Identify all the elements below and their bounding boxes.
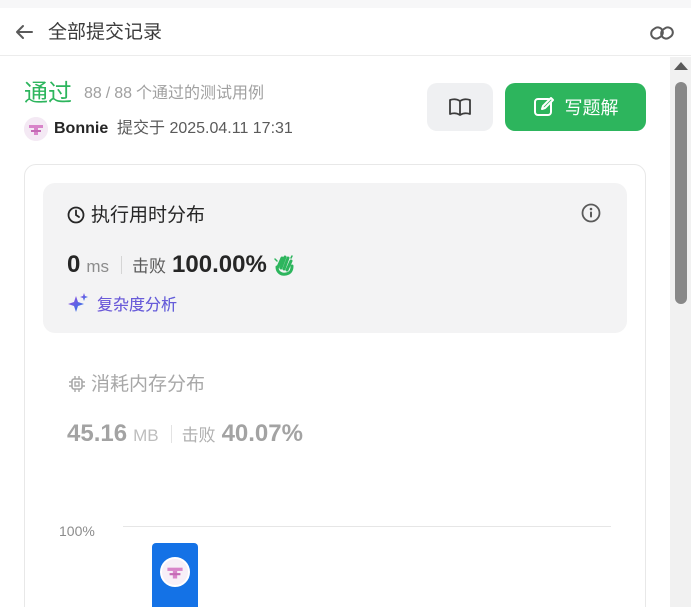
user-name[interactable]: Bonnie: [54, 119, 108, 139]
user-avatar-icon: [162, 559, 188, 585]
solutions-button[interactable]: [427, 83, 493, 131]
distribution-bar[interactable]: [152, 543, 198, 607]
count-separator: /: [105, 85, 111, 102]
chip-icon: [69, 376, 85, 392]
testcase-text: 个通过的测试用例: [136, 85, 265, 102]
clock-icon: [67, 206, 85, 224]
top-strip: [0, 0, 691, 8]
runtime-title: 执行用时分布: [91, 205, 206, 226]
submit-time: 提交于 2025.04.11 17:31: [117, 120, 293, 137]
runtime-unit: ms: [86, 257, 110, 276]
sparkle-icon: [68, 293, 88, 312]
runtime-panel[interactable]: 执行用时分布 0 ms 击败 100.00% 复杂度分析: [43, 183, 627, 333]
y-axis-tick-label: 100%: [59, 523, 95, 539]
write-solution-button[interactable]: 写题解: [505, 83, 646, 131]
scrollbar-thumb[interactable]: [675, 82, 687, 304]
runtime-beats-label: 击败: [132, 257, 167, 276]
submission-detail: 通过 88/88 个通过的测试用例 Bonnie 提交于 2025.04.11 1…: [0, 57, 670, 607]
complexity-analysis-label: 复杂度分析: [97, 291, 177, 315]
runtime-metric: 0 ms 击败 100.00%: [67, 251, 296, 279]
avatar: [160, 557, 190, 587]
status-label: 通过: [24, 80, 72, 107]
header: 全部提交记录: [0, 8, 691, 56]
back-button[interactable]: [12, 20, 36, 44]
user-avatar-icon: [24, 117, 48, 141]
memory-beats-label: 击败: [181, 426, 216, 445]
complexity-analysis-button[interactable]: 复杂度分析: [67, 291, 177, 315]
passed-count: 88: [84, 85, 102, 102]
info-button[interactable]: [581, 203, 601, 223]
runtime-value: 0: [67, 251, 81, 278]
runtime-beats-value: 100.00%: [172, 251, 267, 278]
avatar[interactable]: [24, 117, 48, 141]
total-count: 88: [114, 85, 133, 102]
write-solution-label: 写题解: [564, 98, 619, 118]
metric-divider: [170, 425, 172, 443]
link-icon: [650, 26, 674, 40]
info-icon: [581, 203, 601, 223]
chart-gridline: [123, 526, 611, 527]
scroll-up-arrow[interactable]: [674, 62, 688, 70]
edit-icon: [533, 97, 554, 116]
stats-card: 执行用时分布 0 ms 击败 100.00% 复杂度分析 消耗内存分布 45.1…: [24, 164, 646, 607]
copy-link-button[interactable]: [648, 20, 676, 46]
memory-value: 45.16: [67, 420, 128, 447]
memory-beats-value: 40.07%: [221, 420, 303, 447]
header-title: 全部提交记录: [48, 22, 163, 43]
testcase-summary: 88/88 个通过的测试用例: [84, 83, 268, 105]
book-open-icon: [449, 98, 471, 116]
memory-title: 消耗内存分布: [91, 374, 206, 395]
metric-divider: [121, 256, 123, 274]
memory-metric[interactable]: 45.16 MB 击败 40.07%: [67, 420, 303, 448]
clap-hands-icon: [274, 255, 294, 276]
arrow-left-icon: [16, 25, 33, 39]
memory-unit: MB: [133, 426, 159, 445]
